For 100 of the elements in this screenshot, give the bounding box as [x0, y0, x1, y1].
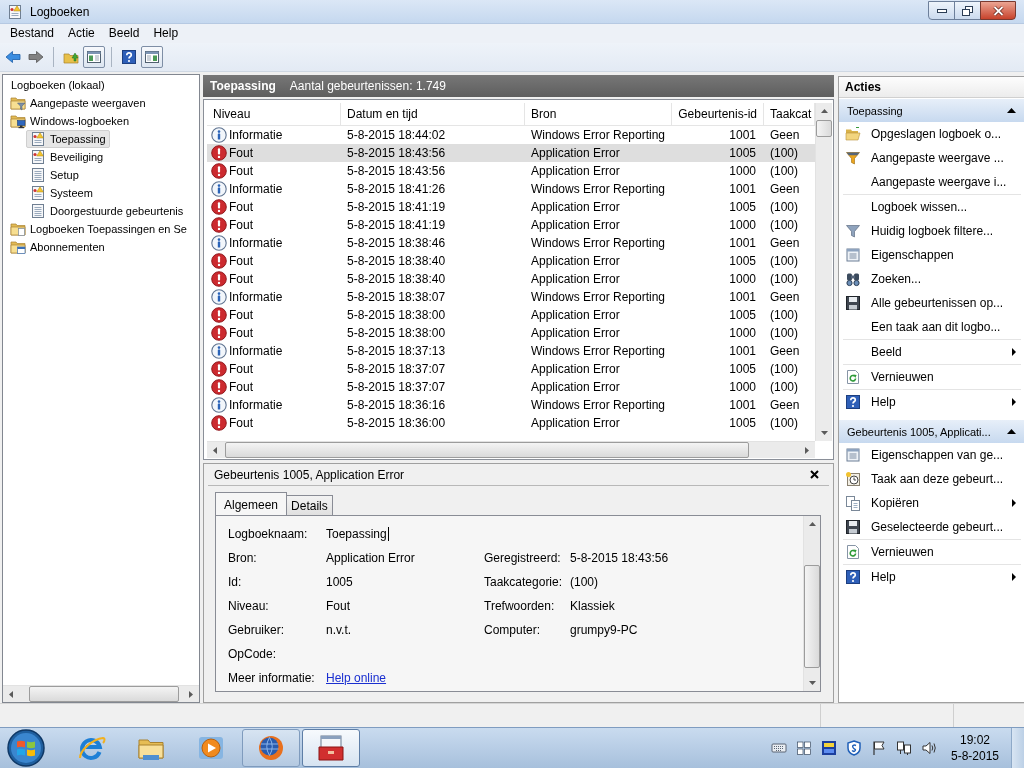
table-row[interactable]: Informatie 5-8-2015 18:37:13 Windows Error Reporting 1001 Geen [207, 342, 815, 360]
error-icon [211, 253, 227, 269]
tree-item[interactable]: Logboeken Toepassingen en Se [6, 220, 191, 238]
column-header[interactable]: Niveau [207, 103, 341, 126]
tab[interactable]: Algemeen [215, 492, 288, 516]
tile-icon[interactable] [821, 740, 837, 756]
table-row[interactable]: Fout 5-8-2015 18:41:19 Application Error 1000 (100) [207, 216, 815, 234]
table-row[interactable]: Fout 5-8-2015 18:43:56 Application Error 1000 (100) [207, 162, 815, 180]
cell-text: 5-8-2015 18:38:46 [347, 236, 446, 250]
cell-text: 1000 [729, 272, 756, 286]
restore-button[interactable] [954, 1, 981, 20]
table-row[interactable]: Informatie 5-8-2015 18:44:02 Windows Error Reporting 1001 Geen [207, 126, 815, 144]
taskbar-button[interactable] [242, 729, 300, 767]
cell-text: 1000 [729, 380, 756, 394]
field-label: Gebruiker: [228, 623, 286, 637]
table-row[interactable]: Fout 5-8-2015 18:38:00 Application Error 1000 (100) [207, 324, 815, 342]
tree-item[interactable]: Setup [26, 166, 83, 184]
menu-item[interactable]: Bestand [3, 24, 62, 43]
start-orb-icon [6, 728, 46, 768]
field-label: Bron: [228, 551, 258, 565]
cell-text: Informatie [229, 398, 283, 412]
action-item[interactable]: Huidig logboek filtere... [839, 219, 1024, 243]
column-header[interactable]: Gebeurtenis-id [672, 103, 764, 126]
action-item[interactable]: Alle gebeurtenissen op... [839, 291, 1024, 315]
table-row[interactable]: Fout 5-8-2015 18:41:19 Application Error 1005 (100) [207, 198, 815, 216]
tree-item[interactable]: Systeem [26, 184, 97, 202]
close-button[interactable] [808, 468, 821, 481]
action-item[interactable]: Een taak aan dit logbo... [839, 315, 1024, 339]
action-item[interactable]: Opgeslagen logboek o... [839, 122, 1024, 146]
action-item[interactable]: Aangepaste weergave i... [839, 170, 1024, 194]
shield-icon[interactable] [846, 740, 862, 756]
action-item[interactable]: Kopiëren [839, 491, 1024, 515]
error-icon [211, 163, 227, 179]
tree-item[interactable]: Windows-logboeken [6, 112, 134, 130]
action-item[interactable]: Help [839, 390, 1024, 414]
tree-item[interactable]: Aangepaste weergaven [6, 94, 150, 112]
action-item[interactable]: Eigenschappen [839, 243, 1024, 267]
action-item[interactable]: Zoeken... [839, 267, 1024, 291]
table-row[interactable]: Informatie 5-8-2015 18:41:26 Windows Error Reporting 1001 Geen [207, 180, 815, 198]
collapse-arrow-icon[interactable] [1007, 108, 1016, 113]
help-link[interactable]: Help online [326, 671, 387, 685]
table-row[interactable]: Fout 5-8-2015 18:38:00 Application Error 1005 (100) [207, 306, 815, 324]
tab[interactable]: Details [286, 495, 333, 515]
tree-toggle-button[interactable] [83, 46, 105, 68]
action-item[interactable]: Vernieuwen [839, 365, 1024, 389]
table-row[interactable]: Fout 5-8-2015 18:36:00 Application Error 1005 (100) [207, 414, 815, 432]
table-row[interactable]: Informatie 5-8-2015 18:38:46 Windows Error Reporting 1001 Geen [207, 234, 815, 252]
action-item[interactable]: Eigenschappen van ge... [839, 443, 1024, 467]
help-icon [845, 569, 861, 585]
vertical-scrollbar[interactable] [815, 103, 832, 441]
table-row[interactable]: Fout 5-8-2015 18:38:40 Application Error 1000 (100) [207, 270, 815, 288]
table-row[interactable]: Fout 5-8-2015 18:43:56 Application Error 1005 (100) [207, 144, 815, 162]
network-icon[interactable] [896, 740, 912, 756]
action-item[interactable]: Taak aan deze gebeurt... [839, 467, 1024, 491]
action-item[interactable]: Beeld [839, 340, 1024, 364]
close-button[interactable] [980, 1, 1016, 20]
window-title: Logboeken [30, 4, 90, 19]
four-squares-icon[interactable] [796, 740, 812, 756]
action-item[interactable]: Logboek wissen... [839, 195, 1024, 219]
action-item[interactable]: Vernieuwen [839, 540, 1024, 564]
table-row[interactable]: Informatie 5-8-2015 18:36:16 Windows Error Reporting 1001 Geen [207, 396, 815, 414]
table-row[interactable]: Fout 5-8-2015 18:37:07 Application Error 1000 (100) [207, 378, 815, 396]
error-icon [211, 325, 227, 341]
tree-item[interactable]: Logboeken (lokaal) [7, 76, 109, 94]
minimize-button[interactable] [928, 1, 955, 20]
cell-text: 1000 [729, 218, 756, 232]
table-row[interactable]: Fout 5-8-2015 18:38:40 Application Error 1005 (100) [207, 252, 815, 270]
field-value: 1005 [326, 575, 353, 589]
menu-item[interactable]: Help [146, 24, 186, 43]
vertical-scrollbar[interactable] [803, 516, 820, 691]
scroll-thumb[interactable] [225, 442, 749, 458]
horizontal-scrollbar[interactable] [3, 685, 199, 702]
action-item[interactable]: Geselecteerde gebeurt... [839, 515, 1024, 539]
error-icon [211, 307, 227, 323]
horizontal-scrollbar[interactable] [207, 441, 815, 458]
tree-item[interactable]: Doorgestuurde gebeurtenis [26, 202, 188, 220]
action-item[interactable]: Help [839, 565, 1024, 589]
scroll-thumb[interactable] [804, 565, 820, 668]
cell-text: 5-8-2015 18:41:19 [347, 200, 446, 214]
taskbar-button[interactable] [302, 729, 360, 767]
collapse-arrow-icon[interactable] [1007, 429, 1016, 434]
flag-icon[interactable] [871, 740, 887, 756]
tree-item[interactable]: Toepassing [26, 130, 110, 148]
scroll-thumb[interactable] [29, 686, 179, 702]
cell-text: Fout [229, 326, 253, 340]
action-pane-button[interactable] [141, 46, 163, 68]
column-header[interactable]: Bron [525, 103, 672, 126]
scroll-thumb[interactable] [816, 120, 832, 137]
speaker-icon[interactable] [921, 740, 937, 756]
menu-item[interactable]: Actie [61, 24, 102, 43]
cell-text: 5-8-2015 18:36:00 [347, 416, 446, 430]
tree-item[interactable]: Abonnementen [6, 238, 109, 256]
menu-item[interactable]: Beeld [101, 24, 147, 43]
tree-item[interactable]: Beveiliging [26, 148, 108, 166]
action-item[interactable]: Aangepaste weergave ... [839, 146, 1024, 170]
column-header[interactable]: Datum en tijd [341, 103, 525, 126]
keyboard-icon[interactable] [771, 740, 787, 756]
table-row[interactable]: Informatie 5-8-2015 18:38:07 Windows Error Reporting 1001 Geen [207, 288, 815, 306]
cell-text: 5-8-2015 18:38:40 [347, 254, 446, 268]
table-row[interactable]: Fout 5-8-2015 18:37:07 Application Error 1005 (100) [207, 360, 815, 378]
